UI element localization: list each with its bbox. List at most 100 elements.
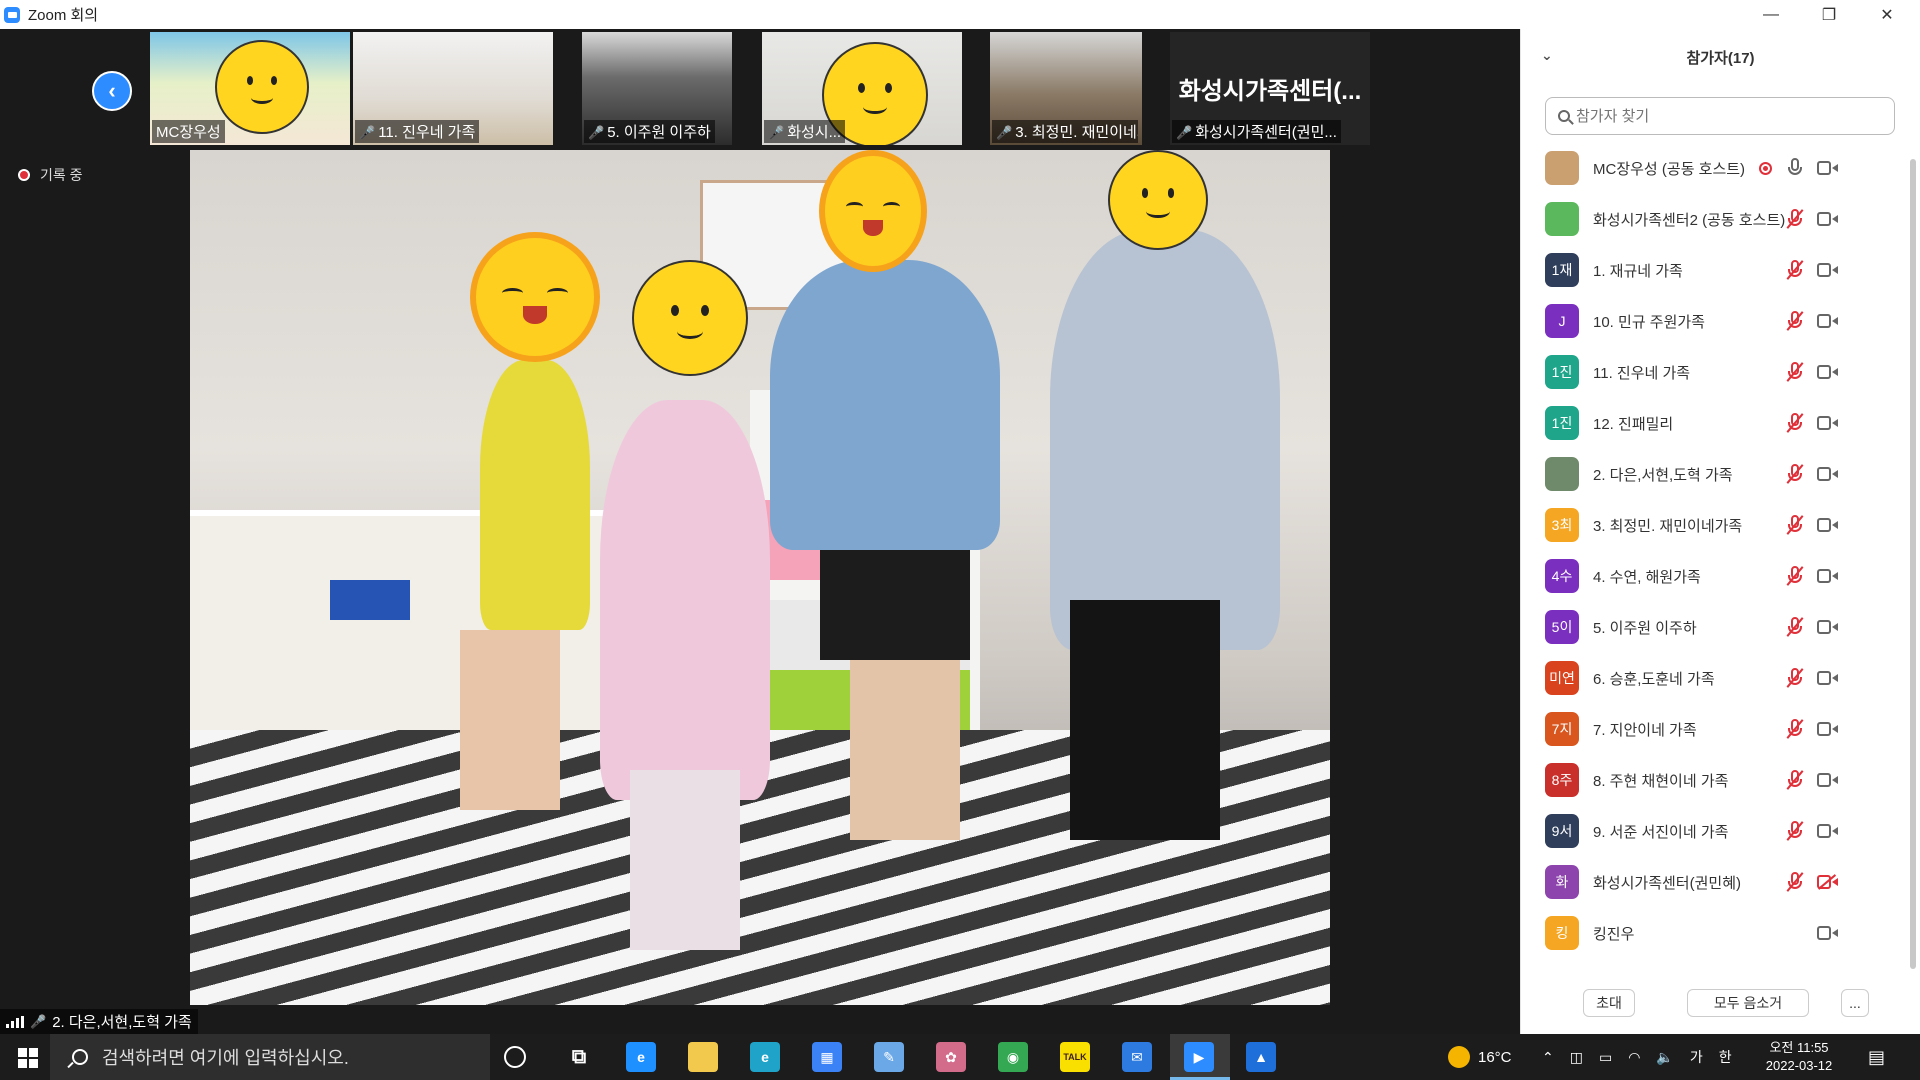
close-button[interactable]: ✕ [1858,0,1916,29]
app-flower-icon[interactable]: ✿ [936,1042,966,1072]
participant-row[interactable]: 9서 9. 서준 서진이네 가족 [1521,806,1901,857]
camera-icon[interactable] [1817,518,1839,532]
mic-muted-icon[interactable] [1787,770,1803,790]
mic-icon[interactable] [1787,158,1803,178]
participant-avatar: 1재 [1545,253,1579,287]
mic-muted-icon[interactable] [1787,515,1803,535]
mic-muted-icon[interactable] [1787,464,1803,484]
participant-row[interactable]: J 10. 민규 주원가족 [1521,296,1901,347]
mic-muted-icon[interactable] [1787,668,1803,688]
participant-row[interactable]: 1진 12. 진패밀리 [1521,398,1901,449]
restore-button[interactable]: ❐ [1800,0,1858,29]
windows-start-icon[interactable] [18,1048,38,1068]
camera-off-icon[interactable] [1817,875,1839,889]
video-thumbnail[interactable]: 🎤3. 최정민. 재민이네가족 [990,32,1142,145]
video-thumbnail[interactable]: 🎤 11. 진우네 가족 [353,32,553,145]
smiley-sticker [632,260,748,376]
ime-mode-a[interactable]: 가 [1690,1047,1703,1067]
paint-icon[interactable]: ✎ [874,1042,904,1072]
participant-search[interactable] [1545,97,1895,135]
participants-header: ⌄ 참가자(17) [1521,29,1920,85]
video-thumbnail[interactable]: 화성시가족센터(... 🎤 화성시가족센터(권민... [1170,32,1370,145]
mic-muted-icon[interactable] [1787,413,1803,433]
minimize-button[interactable]: — [1742,0,1800,29]
participant-avatar: 미연 [1545,661,1579,695]
video-thumbnail[interactable]: 🎤 화성시... [762,32,962,145]
participant-row[interactable]: 4수 4. 수연, 해원가족 [1521,551,1901,602]
camera-icon[interactable] [1817,569,1839,583]
camera-icon[interactable] [1817,365,1839,379]
mail-icon[interactable]: ✉ [1122,1042,1152,1072]
camera-icon[interactable] [1817,416,1839,430]
participant-search-input[interactable] [1576,107,1856,125]
participant-avatar: 7지 [1545,712,1579,746]
video-thumbnail[interactable]: MC장우성 [150,32,350,145]
participant-row[interactable]: 1진 11. 진우네 가족 [1521,347,1901,398]
explorer-icon[interactable] [688,1042,718,1072]
notification-icon[interactable]: ▤ [1868,1034,1885,1080]
camera-icon[interactable] [1817,467,1839,481]
weather-sun-icon [1448,1046,1470,1068]
participant-row[interactable]: 3최 3. 최정민. 재민이네가족 [1521,500,1901,551]
mic-muted-icon[interactable] [1787,566,1803,586]
camera-icon[interactable] [1817,263,1839,277]
chevron-left-icon[interactable]: ‹ [92,71,132,111]
mic-muted-icon[interactable] [1787,872,1803,892]
participant-row[interactable]: 2. 다은,서현,도혁 가족 [1521,449,1901,500]
mic-muted-icon[interactable] [1787,821,1803,841]
chevron-down-icon[interactable]: ⌄ [1541,47,1553,64]
wifi-icon[interactable]: ◠ [1628,1049,1640,1066]
mic-muted-icon[interactable] [1787,260,1803,280]
camera-icon[interactable] [1817,824,1839,838]
kakaotalk-icon[interactable]: TALK [1060,1042,1090,1072]
battery-icon[interactable]: ▭ [1599,1049,1612,1066]
camera-icon[interactable] [1817,314,1839,328]
taskbar-clock[interactable]: 오전 11:55 2022-03-12 [1754,1039,1844,1075]
more-options-button[interactable]: ... [1841,989,1869,1017]
store-icon[interactable]: ▦ [812,1042,842,1072]
participant-name: 12. 진패밀리 [1593,416,1674,433]
mic-muted-icon[interactable] [1787,362,1803,382]
task-view-icon[interactable]: ⧉ [564,1042,594,1072]
camera-icon[interactable] [1817,926,1839,940]
participant-avatar: 8주 [1545,763,1579,797]
mic-muted-icon[interactable] [1787,719,1803,739]
zoom-icon[interactable]: ▶ [1184,1042,1214,1072]
participant-row[interactable]: 8주 8. 주현 채현이네 가족 [1521,755,1901,806]
participant-row[interactable]: 화성시가족센터2 (공동 호스트) [1521,194,1901,245]
ie-icon[interactable]: e [626,1042,656,1072]
participant-row[interactable]: 5이 5. 이주원 이주하 [1521,602,1901,653]
ime-mode-b[interactable]: 한 [1719,1047,1732,1067]
photos-icon[interactable]: ▲ [1246,1042,1276,1072]
active-speaker-video[interactable] [190,150,1330,1005]
participant-row[interactable]: 화 화성시가족센터(권민혜) [1521,857,1901,908]
participant-row[interactable]: 미연 6. 승훈,도훈네 가족 [1521,653,1901,704]
invite-button[interactable]: 초대 [1583,989,1635,1017]
camera-icon[interactable] [1817,620,1839,634]
participant-row[interactable]: MC장우성 (공동 호스트) [1521,143,1901,194]
participant-list-scrollbar[interactable] [1910,159,1916,969]
chevron-up-icon[interactable]: ⌃ [1542,1049,1554,1066]
participant-row[interactable]: 킹 킹진우 [1521,908,1901,959]
camera-icon[interactable] [1817,161,1839,175]
participant-row[interactable]: 1재 1. 재규네 가족 [1521,245,1901,296]
chrome-icon[interactable]: ◉ [998,1042,1028,1072]
mute-all-button[interactable]: 모두 음소거 [1687,989,1809,1017]
participant-avatar: 화 [1545,865,1579,899]
camera-icon[interactable] [1817,671,1839,685]
search-icon [1558,110,1570,122]
taskbar-search[interactable]: 검색하려면 여기에 입력하십시오. [50,1034,490,1080]
cortana-icon[interactable] [504,1046,526,1068]
volume-icon[interactable]: 🔈 [1656,1049,1673,1066]
edge-icon[interactable]: e [750,1042,780,1072]
weather-widget[interactable]: 16°C [1448,1034,1512,1080]
mic-muted-icon[interactable] [1787,311,1803,331]
participant-row[interactable]: 7지 7. 지안이네 가족 [1521,704,1901,755]
camera-icon[interactable] [1817,212,1839,226]
mic-muted-icon[interactable] [1787,209,1803,229]
camera-icon[interactable] [1817,722,1839,736]
video-thumbnail[interactable]: 🎤 5. 이주원 이주하 [582,32,732,145]
mic-muted-icon[interactable] [1787,617,1803,637]
camera-icon[interactable] [1817,773,1839,787]
network-icon[interactable]: ◫ [1570,1049,1583,1066]
